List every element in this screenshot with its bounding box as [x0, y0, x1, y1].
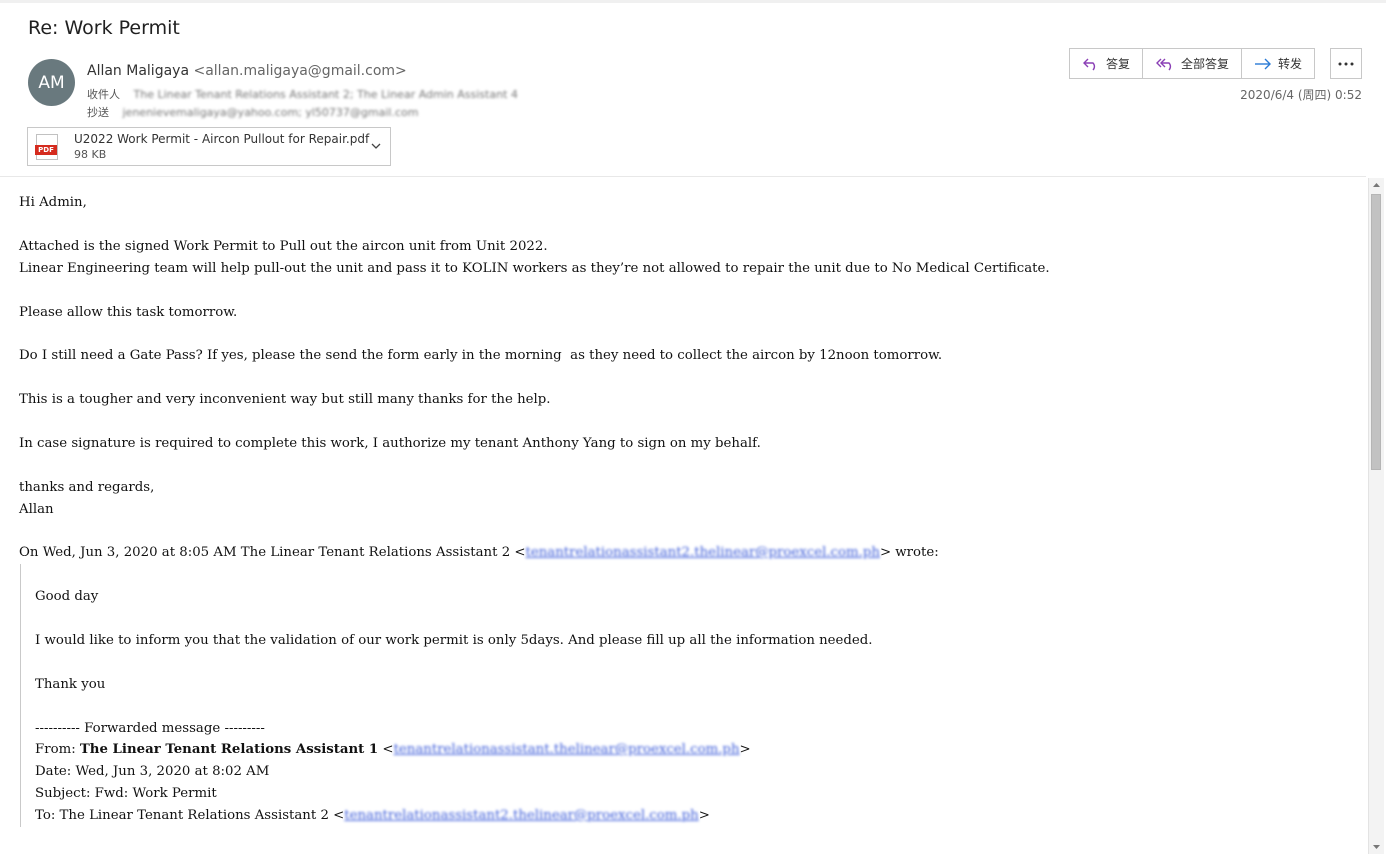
- body-paragraph: This is a tougher and very inconvenient …: [19, 392, 551, 408]
- reply-all-button[interactable]: 全部答复: [1142, 48, 1243, 79]
- body-paragraph: In case signature is required to complet…: [19, 435, 761, 451]
- message-body: Hi Admin, Attached is the signed Work Pe…: [19, 192, 1359, 828]
- scrollbar-thumb[interactable]: [1371, 194, 1381, 470]
- forward-date: Date: Wed, Jun 3, 2020 at 8:02 AM: [35, 764, 270, 780]
- body-paragraph: Do I still need a Gate Pass? If yes, ple…: [19, 348, 943, 364]
- forward-from: From: The Linear Tenant Relations Assist…: [35, 742, 751, 758]
- quote-text: I would like to inform you that the vali…: [35, 632, 873, 648]
- body-greeting: Hi Admin,: [19, 195, 87, 210]
- window-top-edge: [0, 0, 1386, 3]
- reply-all-icon: [1156, 58, 1172, 70]
- to-email-link[interactable]: tenantrelationassistant2.thelinear@proex…: [344, 808, 698, 823]
- sender-email[interactable]: <allan.maligaya@gmail.com>: [193, 63, 406, 79]
- reply-button[interactable]: 答复: [1069, 48, 1144, 79]
- body-closing: thanks and regards,: [19, 479, 155, 495]
- reply-label: 答复: [1106, 57, 1131, 71]
- body-signature: Allan: [19, 501, 54, 517]
- sender-avatar: AM: [28, 59, 75, 106]
- attachment-name: U2022 Work Permit - Aircon Pullout for R…: [74, 132, 370, 146]
- forward-button[interactable]: 转发: [1241, 48, 1316, 79]
- scroll-down-arrow-icon[interactable]: [1372, 842, 1381, 851]
- quoted-message: Good day I would like to inform you that…: [20, 564, 1359, 828]
- to-label: 收件人: [87, 88, 120, 101]
- body-paragraph: Attached is the signed Work Permit to Pu…: [19, 238, 548, 254]
- vertical-scrollbar[interactable]: [1368, 178, 1384, 854]
- body-paragraph: Please allow this task tomorrow.: [19, 304, 238, 320]
- cc-recipients[interactable]: jenenievemaligaya@yahoo.com; yl50737@gma…: [123, 106, 419, 119]
- sender-line: Allan Maligaya <allan.maligaya@gmail.com…: [87, 63, 407, 79]
- scroll-up-arrow-icon[interactable]: [1372, 181, 1381, 190]
- forward-label: 转发: [1278, 57, 1303, 71]
- sender-name[interactable]: Allan Maligaya: [87, 63, 189, 79]
- body-paragraph: Linear Engineering team will help pull-o…: [19, 260, 1050, 276]
- reply-icon: [1083, 58, 1096, 70]
- pdf-tag: PDF: [35, 145, 57, 155]
- quote-email-link[interactable]: tenantrelationassistant2.thelinear@proex…: [526, 545, 880, 560]
- cc-row: 抄送 jenenievemaligaya@yahoo.com; yl50737@…: [87, 104, 418, 120]
- to-recipients[interactable]: The Linear Tenant Relations Assistant 2;…: [134, 88, 518, 101]
- forward-icon: [1255, 58, 1272, 69]
- quote-greeting: Good day: [35, 589, 99, 605]
- more-actions-button[interactable]: [1330, 48, 1362, 79]
- more-icon: [1338, 62, 1354, 65]
- reply-all-label: 全部答复: [1181, 57, 1230, 71]
- header-divider: [0, 176, 1366, 177]
- forward-subject: Subject: Fwd: Work Permit: [35, 786, 217, 802]
- attachment-card[interactable]: PDF U2022 Work Permit - Aircon Pullout f…: [27, 127, 391, 166]
- quote-header: On Wed, Jun 3, 2020 at 8:05 AM The Linea…: [19, 545, 939, 561]
- email-subject: Re: Work Permit: [28, 17, 180, 39]
- chevron-down-icon[interactable]: [370, 140, 382, 152]
- pdf-file-icon: PDF: [35, 134, 58, 160]
- forward-to: To: The Linear Tenant Relations Assistan…: [35, 808, 710, 824]
- to-row: 收件人 The Linear Tenant Relations Assistan…: [87, 86, 518, 102]
- cc-label: 抄送: [87, 106, 109, 119]
- from-email-link[interactable]: tenantrelationassistant.thelinear@proexc…: [394, 742, 740, 757]
- attachment-size: 98 KB: [74, 148, 107, 161]
- sent-date: 2020/6/4 (周四) 0:52: [1240, 88, 1362, 102]
- quote-thanks: Thank you: [35, 676, 106, 692]
- forward-separator: ---------- Forwarded message ---------: [35, 720, 265, 736]
- message-actions: 答复 全部答复 转发: [1069, 48, 1316, 79]
